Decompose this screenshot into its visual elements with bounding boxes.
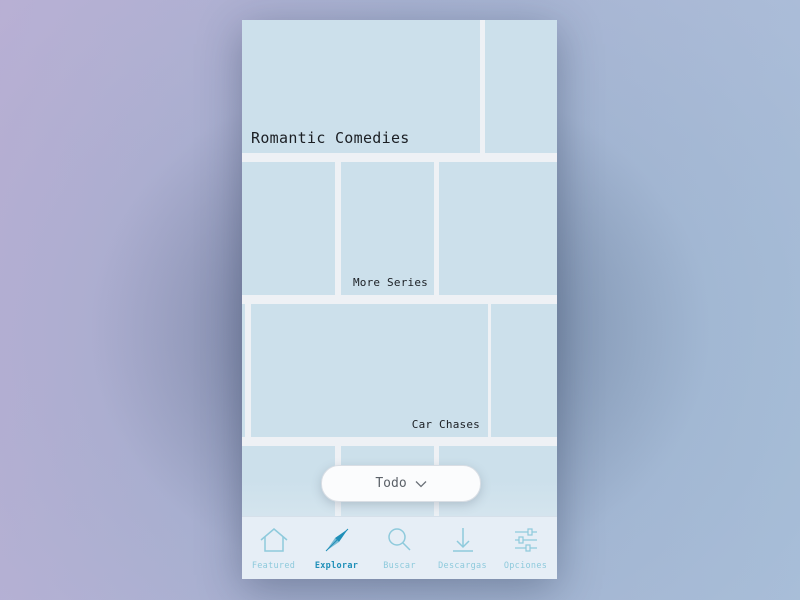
tile-romantic-comedies[interactable]: Romantic Comedies (242, 20, 480, 153)
tile-row2-left[interactable] (242, 162, 335, 295)
tile-row3-right[interactable] (491, 304, 557, 437)
tile-more-series[interactable]: More Series (341, 162, 434, 295)
tab-buscar[interactable]: Buscar (368, 517, 431, 579)
compass-icon (325, 528, 348, 552)
phone-screen: Romantic Comedies More Series Car Chases… (242, 20, 557, 579)
tab-explorar[interactable]: Explorar (305, 517, 368, 579)
home-icon (260, 528, 287, 552)
tile-label-romantic-comedies: Romantic Comedies (251, 129, 410, 147)
tab-label-opciones: Opciones (503, 561, 548, 571)
tile-row1-right[interactable] (485, 20, 557, 153)
chevron-down-icon (415, 480, 427, 487)
tab-featured[interactable]: Featured (242, 517, 305, 579)
bottom-tab-bar: Featured Explorar Buscar Descargas Opcio… (242, 516, 557, 579)
tab-label-descargas: Descargas (438, 561, 487, 571)
tile-label-car-chases: Car Chases (411, 418, 480, 431)
filter-dropdown-button[interactable]: Todo (321, 465, 481, 502)
search-icon (387, 528, 411, 551)
tab-descargas[interactable]: Descargas (431, 517, 494, 579)
tile-car-chases[interactable]: Car Chases (251, 304, 488, 437)
tab-opciones[interactable]: Opciones (494, 517, 557, 579)
tab-label-featured: Featured (251, 561, 296, 571)
tab-label-explorar: Explorar (314, 561, 359, 571)
download-icon (452, 528, 473, 552)
sliders-icon (514, 528, 537, 552)
filter-label: Todo (375, 476, 407, 491)
tile-row3-left-strip (242, 304, 245, 437)
tile-row2-right[interactable] (439, 162, 557, 295)
tab-label-buscar: Buscar (383, 561, 416, 571)
tile-label-more-series: More Series (352, 276, 428, 289)
